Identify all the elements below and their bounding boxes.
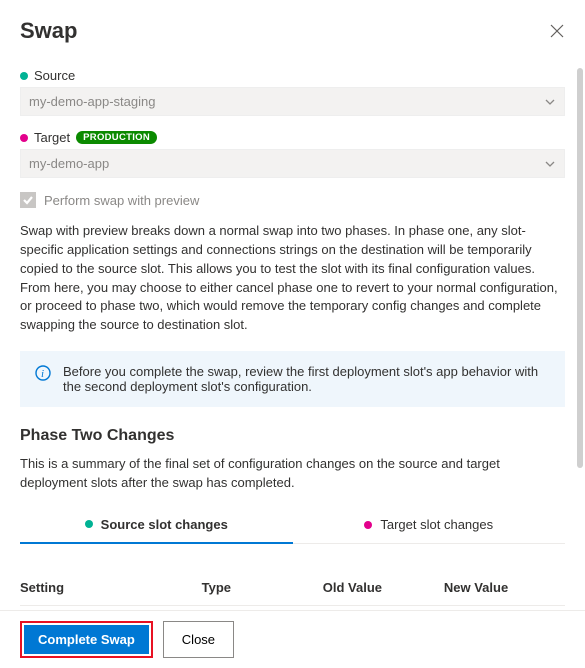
col-old: Old Value (323, 580, 444, 595)
col-type: Type (202, 580, 323, 595)
target-select[interactable]: my-demo-app (20, 149, 565, 178)
chevron-down-icon (544, 96, 556, 108)
highlight-frame: Complete Swap (20, 621, 153, 658)
target-marker-icon (20, 134, 28, 142)
svg-text:i: i (41, 368, 44, 380)
target-value: my-demo-app (29, 156, 109, 171)
production-badge: PRODUCTION (76, 131, 157, 144)
info-text: Before you complete the swap, review the… (63, 364, 550, 394)
preview-checkbox-label: Perform swap with preview (44, 193, 199, 208)
panel-title: Swap (20, 18, 77, 44)
tab-target-label: Target slot changes (380, 517, 493, 532)
source-select[interactable]: my-demo-app-staging (20, 87, 565, 116)
source-marker-icon (20, 72, 28, 80)
changes-table: Setting Type Old Value New Value NetFram… (20, 570, 565, 608)
source-value: my-demo-app-staging (29, 94, 155, 109)
scrollbar[interactable] (577, 68, 583, 468)
info-icon: i (35, 365, 51, 381)
close-button[interactable]: Close (163, 621, 234, 658)
source-marker-icon (85, 520, 93, 528)
target-label: Target (34, 130, 70, 145)
col-new: New Value (444, 580, 565, 595)
complete-swap-button[interactable]: Complete Swap (24, 625, 149, 654)
close-icon[interactable] (549, 23, 565, 39)
source-label: Source (34, 68, 75, 83)
col-setting: Setting (20, 580, 202, 595)
tab-source-changes[interactable]: Source slot changes (20, 509, 293, 544)
chevron-down-icon (544, 158, 556, 170)
table-row: NetFrameworkVersion General v8.0 v4.0 (20, 606, 565, 608)
phase2-summary: This is a summary of the final set of co… (20, 455, 565, 493)
tab-source-label: Source slot changes (101, 517, 228, 532)
phase2-heading: Phase Two Changes (20, 427, 565, 445)
tab-target-changes[interactable]: Target slot changes (293, 509, 566, 543)
info-box: i Before you complete the swap, review t… (20, 351, 565, 407)
preview-checkbox[interactable] (20, 192, 36, 208)
description-text: Swap with preview breaks down a normal s… (20, 222, 565, 335)
target-marker-icon (364, 521, 372, 529)
